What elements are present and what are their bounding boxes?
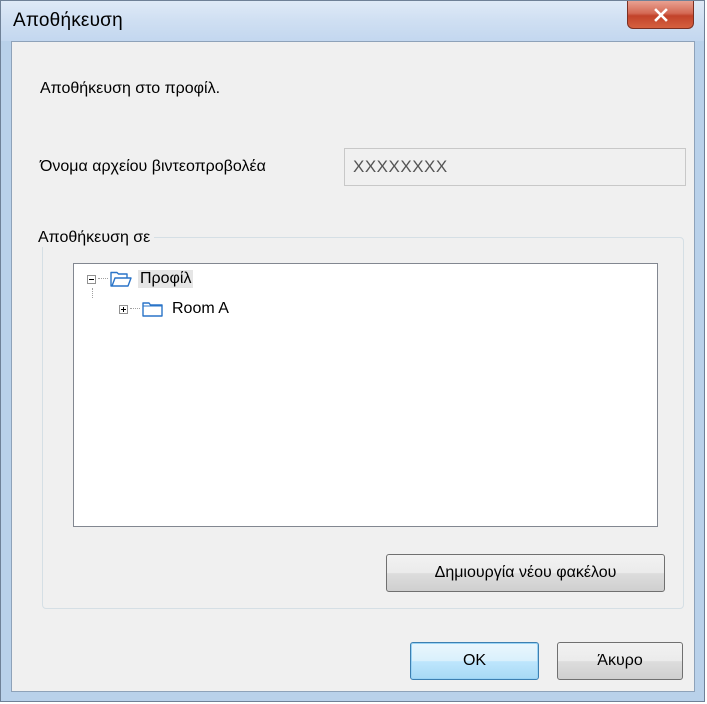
save-in-label: Αποθήκευση σε: [34, 229, 155, 247]
intro-text: Αποθήκευση στο προφίλ.: [40, 80, 221, 97]
close-button[interactable]: [627, 1, 694, 29]
filename-field[interactable]: XXXXXXXX: [344, 148, 686, 186]
tree-connector-vertical: [92, 288, 94, 298]
new-folder-button[interactable]: Δημιουργία νέου φακέλου: [386, 554, 665, 592]
dialog-client-area: Αποθήκευση στο προφίλ. Όνομα αρχείου βιν…: [11, 41, 695, 692]
folder-open-icon: [110, 271, 132, 287]
filename-label: Όνομα αρχείου βιντεοπροβολέα: [40, 158, 266, 175]
title-bar[interactable]: Αποθήκευση: [1, 1, 704, 41]
tree-item-profile[interactable]: Προφίλ: [87, 267, 194, 291]
folder-icon: [142, 301, 163, 317]
window-title: Αποθήκευση: [13, 10, 123, 31]
close-icon: [653, 7, 668, 22]
save-dialog-window: Αποθήκευση Αποθήκευση στο προφίλ. Όνομα …: [0, 0, 705, 702]
tree-item-label: Room A: [172, 300, 229, 317]
tree-connector: [130, 308, 140, 310]
folder-tree[interactable]: Προφίλ Room A: [73, 263, 658, 527]
tree-item-room-a[interactable]: Room A: [119, 297, 231, 321]
tree-item-label: Προφίλ: [138, 270, 194, 288]
cancel-button[interactable]: Άκυρο: [557, 642, 683, 680]
collapse-icon[interactable]: [87, 274, 96, 284]
ok-button[interactable]: OK: [410, 642, 539, 680]
tree-connector: [98, 278, 108, 280]
expand-icon[interactable]: [119, 304, 128, 314]
